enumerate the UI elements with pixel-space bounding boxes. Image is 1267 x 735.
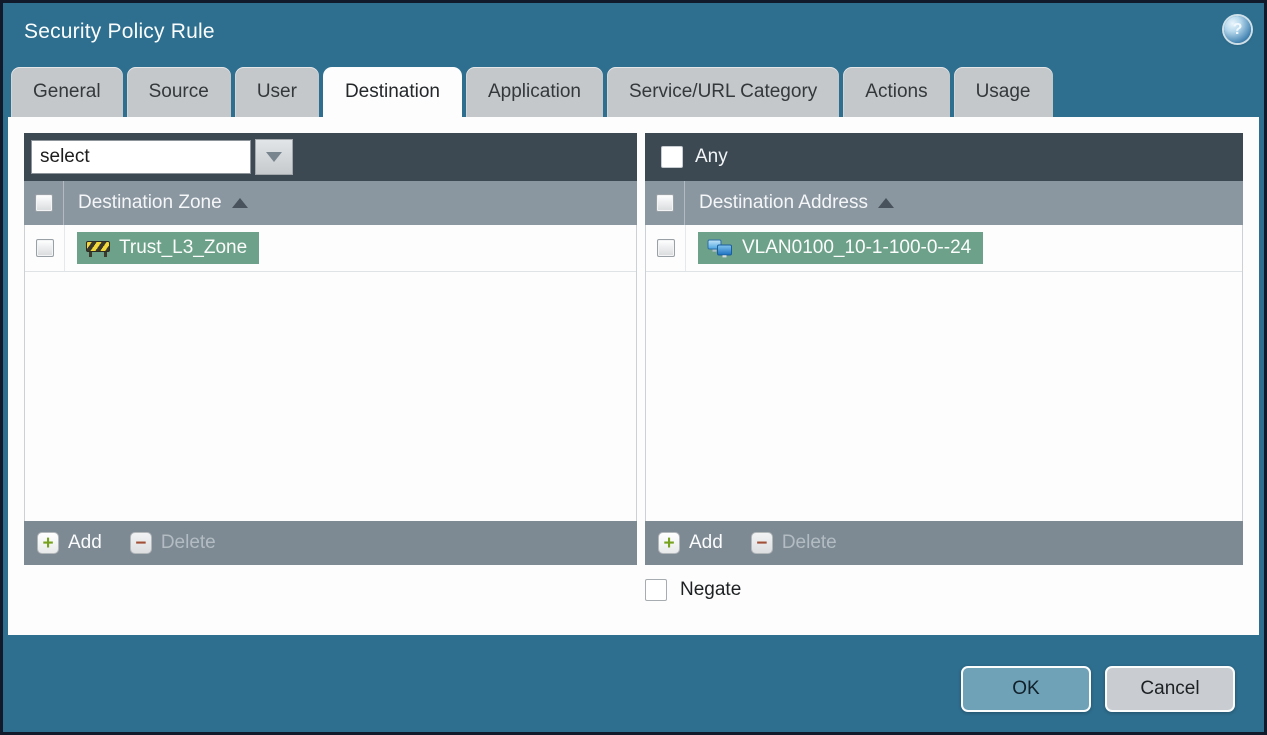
delete-minus-icon: − — [750, 532, 773, 554]
address-row-checkbox[interactable] — [656, 239, 675, 257]
tab-source[interactable]: Source — [126, 67, 231, 117]
zone-column-header[interactable]: Destination Zone — [78, 192, 248, 214]
zone-select-input[interactable] — [31, 140, 251, 174]
chevron-down-icon — [266, 152, 282, 162]
cancel-button[interactable]: Cancel — [1105, 666, 1235, 712]
negate-checkbox[interactable] — [645, 579, 667, 601]
security-policy-rule-dialog: Security Policy Rule ? General Source Us… — [0, 0, 1267, 735]
destination-zone-panel: Destination Zone Trust_L3_Zone + — [24, 133, 637, 565]
zone-value-tag[interactable]: Trust_L3_Zone — [77, 232, 260, 264]
tab-usage[interactable]: Usage — [953, 67, 1053, 117]
tab-service-url-category[interactable]: Service/URL Category — [606, 67, 840, 117]
tab-general[interactable]: General — [11, 67, 123, 117]
zone-toolbar — [24, 133, 637, 181]
dialog-title: Security Policy Rule — [24, 20, 215, 43]
delete-minus-icon: − — [129, 532, 152, 554]
address-toolbar: Any — [645, 133, 1243, 181]
select-all-zones-checkbox[interactable] — [34, 194, 53, 212]
tab-bar: General Source User Destination Applicat… — [11, 67, 1053, 120]
tab-application[interactable]: Application — [466, 67, 603, 117]
address-column-header-label: Destination Address — [699, 192, 868, 213]
address-value-tag[interactable]: VLAN0100_10-1-100-0--24 — [698, 232, 984, 264]
sort-ascending-icon — [878, 198, 894, 208]
destination-address-panel: Any Destination Address VLAN0100_10-1-10… — [645, 133, 1243, 565]
zone-row-checkbox[interactable] — [35, 239, 54, 257]
zone-rows-area: Trust_L3_Zone — [24, 225, 637, 521]
any-label: Any — [695, 146, 728, 167]
table-row[interactable]: VLAN0100_10-1-100-0--24 — [646, 225, 1242, 272]
add-plus-icon: + — [37, 532, 59, 554]
zone-column-header-row: Destination Zone — [24, 181, 637, 225]
tab-actions[interactable]: Actions — [843, 67, 950, 117]
address-add-button[interactable]: + Add — [658, 532, 723, 554]
tab-destination[interactable]: Destination — [322, 67, 462, 120]
zone-add-button[interactable]: + Add — [37, 532, 102, 554]
ok-button[interactable]: OK — [961, 666, 1091, 712]
address-panel-footer: + Add − Delete — [645, 521, 1243, 565]
add-plus-icon: + — [658, 532, 680, 554]
address-delete-label: Delete — [781, 532, 837, 553]
zone-select-dropdown-button[interactable] — [255, 139, 293, 175]
zone-barrier-icon — [86, 240, 110, 257]
address-header-checkbox-cell — [645, 181, 685, 225]
zone-header-checkbox-cell — [24, 181, 64, 225]
destination-tab-content: Destination Zone Trust_L3_Zone + — [8, 117, 1259, 635]
zone-column-header-label: Destination Zone — [78, 192, 222, 213]
address-delete-button[interactable]: − Delete — [750, 532, 837, 554]
zone-row-checkbox-cell — [25, 225, 65, 271]
network-address-icon — [707, 239, 732, 257]
any-toggle: Any — [652, 146, 728, 168]
any-checkbox[interactable] — [661, 146, 683, 168]
zone-add-label: Add — [68, 532, 102, 553]
zone-value-label: Trust_L3_Zone — [119, 237, 248, 258]
select-all-addresses-checkbox[interactable] — [655, 194, 674, 212]
negate-toggle: Negate — [645, 579, 741, 601]
address-row-checkbox-cell — [646, 225, 686, 271]
address-column-header-row: Destination Address — [645, 181, 1243, 225]
negate-label: Negate — [680, 579, 742, 600]
zone-panel-footer: + Add − Delete — [24, 521, 637, 565]
address-column-header[interactable]: Destination Address — [699, 192, 894, 214]
tab-user[interactable]: User — [234, 67, 319, 117]
zone-delete-button[interactable]: − Delete — [129, 532, 216, 554]
zone-delete-label: Delete — [160, 532, 216, 553]
sort-ascending-icon — [231, 198, 248, 208]
address-add-label: Add — [689, 532, 723, 553]
address-rows-area: VLAN0100_10-1-100-0--24 — [645, 225, 1243, 521]
address-value-label: VLAN0100_10-1-100-0--24 — [742, 237, 972, 258]
table-row[interactable]: Trust_L3_Zone — [25, 225, 636, 272]
help-icon[interactable]: ? — [1224, 16, 1251, 43]
